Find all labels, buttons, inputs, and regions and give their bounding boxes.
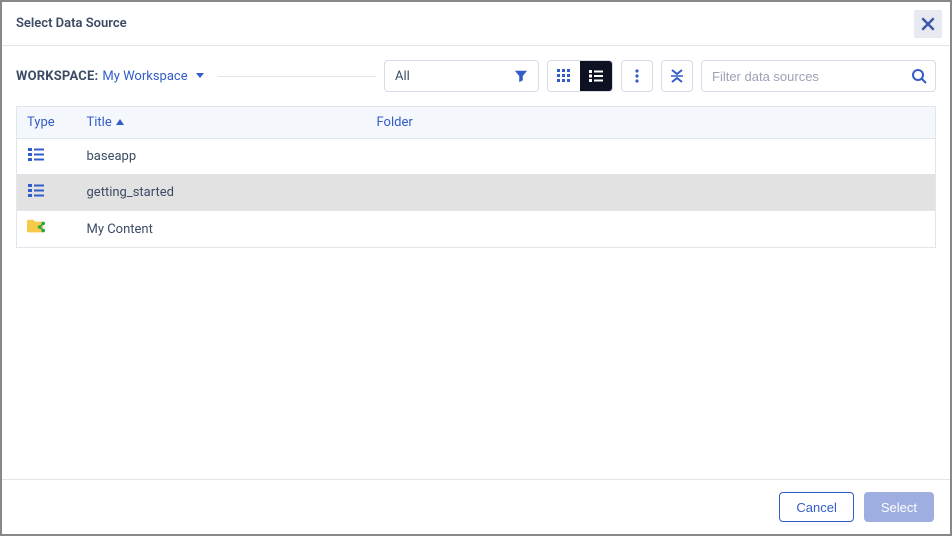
more-options-button[interactable] [621, 60, 653, 92]
list-view-button[interactable] [580, 61, 612, 91]
workspace-label: WORKSPACE: [16, 69, 98, 84]
type-filter-value: All [395, 69, 410, 84]
row-title-cell: My Content [77, 211, 367, 248]
row-type-cell [17, 175, 77, 211]
toolbar: WORKSPACE: My Workspace All [2, 46, 950, 106]
collapse-icon [670, 69, 684, 83]
search-box[interactable] [701, 60, 936, 92]
cancel-button[interactable]: Cancel [779, 492, 853, 522]
column-header-type[interactable]: Type [17, 107, 77, 139]
search-icon [911, 68, 927, 84]
row-folder-cell [367, 175, 936, 211]
shared-folder-icon [27, 219, 45, 235]
table-row[interactable]: baseapp [17, 139, 936, 175]
list-icon [589, 69, 603, 83]
more-vertical-icon [635, 69, 639, 83]
caret-down-icon [196, 73, 204, 78]
modal-title: Select Data Source [16, 16, 127, 31]
type-filter-dropdown[interactable]: All [384, 60, 539, 92]
data-source-table: Type Title Folder baseappgetting_started… [16, 106, 936, 248]
row-type-cell [17, 139, 77, 175]
modal-footer: Cancel Select [2, 479, 950, 534]
search-input[interactable] [712, 69, 911, 84]
app-icon [27, 147, 45, 163]
filter-icon [514, 69, 528, 83]
select-button[interactable]: Select [864, 492, 934, 522]
close-icon [921, 17, 935, 31]
view-toggle-group [547, 60, 613, 92]
row-title-cell: baseapp [77, 139, 367, 175]
row-title-cell: getting_started [77, 175, 367, 211]
grid-view-button[interactable] [548, 61, 580, 91]
workspace-selector[interactable]: WORKSPACE: My Workspace [16, 69, 376, 84]
app-icon [27, 183, 45, 199]
divider [218, 76, 376, 77]
table-row[interactable]: getting_started [17, 175, 936, 211]
table-row[interactable]: My Content [17, 211, 936, 248]
column-header-folder[interactable]: Folder [367, 107, 936, 139]
column-header-title[interactable]: Title [77, 107, 367, 139]
grid-icon [557, 69, 571, 83]
modal-header: Select Data Source [2, 2, 950, 46]
sort-asc-icon [116, 119, 124, 125]
row-type-cell [17, 211, 77, 248]
close-button[interactable] [914, 10, 942, 38]
workspace-value: My Workspace [102, 69, 187, 84]
table-area: Type Title Folder baseappgetting_started… [2, 106, 950, 479]
collapse-button[interactable] [661, 60, 693, 92]
row-folder-cell [367, 139, 936, 175]
row-folder-cell [367, 211, 936, 248]
